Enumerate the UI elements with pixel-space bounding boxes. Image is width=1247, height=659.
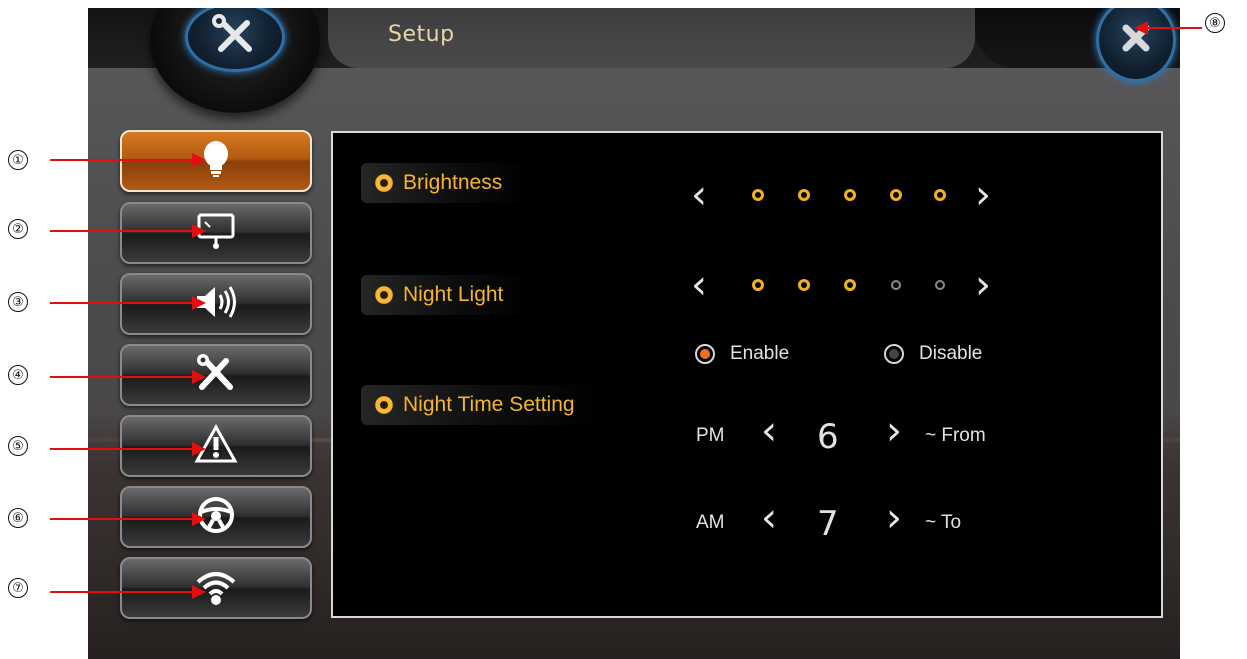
night-light-level-dot <box>844 279 856 291</box>
callout-arrowhead <box>192 296 206 310</box>
bullet-icon <box>375 396 393 414</box>
enable-label: Enable <box>730 343 790 364</box>
callout-arrowhead <box>192 153 206 167</box>
device-screen: Setup Brightness ‹ › Night Light ‹ › Ena… <box>88 8 1180 659</box>
callout-line <box>50 518 194 520</box>
enable-radio[interactable] <box>695 344 715 364</box>
callout-line <box>50 230 194 232</box>
to-hour-increase-button[interactable]: › <box>886 498 902 538</box>
bullet-icon <box>375 174 393 192</box>
night-time-setting-label: Night Time Setting <box>361 385 601 425</box>
settings-panel: Brightness ‹ › Night Light ‹ › Enable Di… <box>331 131 1163 618</box>
to-period: AM <box>696 512 725 533</box>
brightness-increase-button[interactable]: › <box>975 175 991 215</box>
sidebar-item-brightness[interactable] <box>120 130 312 192</box>
callout-line <box>1146 27 1202 29</box>
night-light-label: Night Light <box>361 275 530 315</box>
to-label: ~ To <box>925 512 962 533</box>
callout-arrowhead <box>192 512 206 526</box>
close-button[interactable] <box>1096 8 1176 82</box>
callout-number: ⑦ <box>8 578 28 598</box>
night-light-level-dot <box>935 280 945 290</box>
to-hour-decrease-button[interactable]: ‹ <box>761 498 777 538</box>
disable-radio[interactable] <box>884 344 904 364</box>
callout-line <box>50 448 194 450</box>
sidebar-item-sound[interactable] <box>120 273 312 335</box>
from-period: PM <box>696 425 725 446</box>
sidebar-item-display[interactable] <box>120 202 312 264</box>
disable-label: Disable <box>919 343 983 364</box>
night-light-level-dot <box>798 279 810 291</box>
callout-number: ⑧ <box>1205 13 1225 33</box>
radio-selected-dot <box>700 349 710 359</box>
brightness-level-dot <box>844 189 856 201</box>
brightness-level-dot <box>934 189 946 201</box>
callout-number: ④ <box>8 365 28 385</box>
page-title: Setup <box>388 22 455 47</box>
callout-number: ⑥ <box>8 508 28 528</box>
callout-line <box>50 159 194 161</box>
callout-line <box>50 376 194 378</box>
brightness-level-dot <box>798 189 810 201</box>
callout-arrowhead <box>192 585 206 599</box>
brightness-level-dot <box>752 189 764 201</box>
callout-arrowhead <box>1134 21 1148 35</box>
sidebar-item-wireless[interactable] <box>120 557 312 619</box>
callout-line <box>50 302 194 304</box>
tools-icon <box>209 13 261 62</box>
brightness-label: Brightness <box>361 163 529 203</box>
to-hour: 7 <box>817 504 839 544</box>
callout-arrowhead <box>192 370 206 384</box>
brightness-level-dot <box>890 189 902 201</box>
from-hour-increase-button[interactable]: › <box>886 411 902 451</box>
callout-arrowhead <box>192 224 206 238</box>
from-label: ~ From <box>925 425 986 446</box>
callout-number: ② <box>8 219 28 239</box>
night-light-increase-button[interactable]: › <box>975 265 991 305</box>
bullet-icon <box>375 286 393 304</box>
night-light-decrease-button[interactable]: ‹ <box>691 265 707 305</box>
from-hour-decrease-button[interactable]: ‹ <box>761 411 777 451</box>
night-light-level-dot <box>752 279 764 291</box>
callout-number: ③ <box>8 292 28 312</box>
sidebar-item-steering[interactable] <box>120 486 312 548</box>
from-hour: 6 <box>817 417 839 457</box>
night-light-level-dot <box>891 280 901 290</box>
callout-arrowhead <box>192 442 206 456</box>
callout-line <box>50 591 194 593</box>
radio-unselected-dot <box>889 349 899 359</box>
brightness-decrease-button[interactable]: ‹ <box>691 175 707 215</box>
callout-number: ⑤ <box>8 436 28 456</box>
sidebar-item-tools[interactable] <box>120 344 312 406</box>
manual-figure: Setup Brightness ‹ › Night Light ‹ › Ena… <box>0 0 1247 659</box>
callout-number: ① <box>8 150 28 170</box>
sidebar-item-warning[interactable] <box>120 415 312 477</box>
